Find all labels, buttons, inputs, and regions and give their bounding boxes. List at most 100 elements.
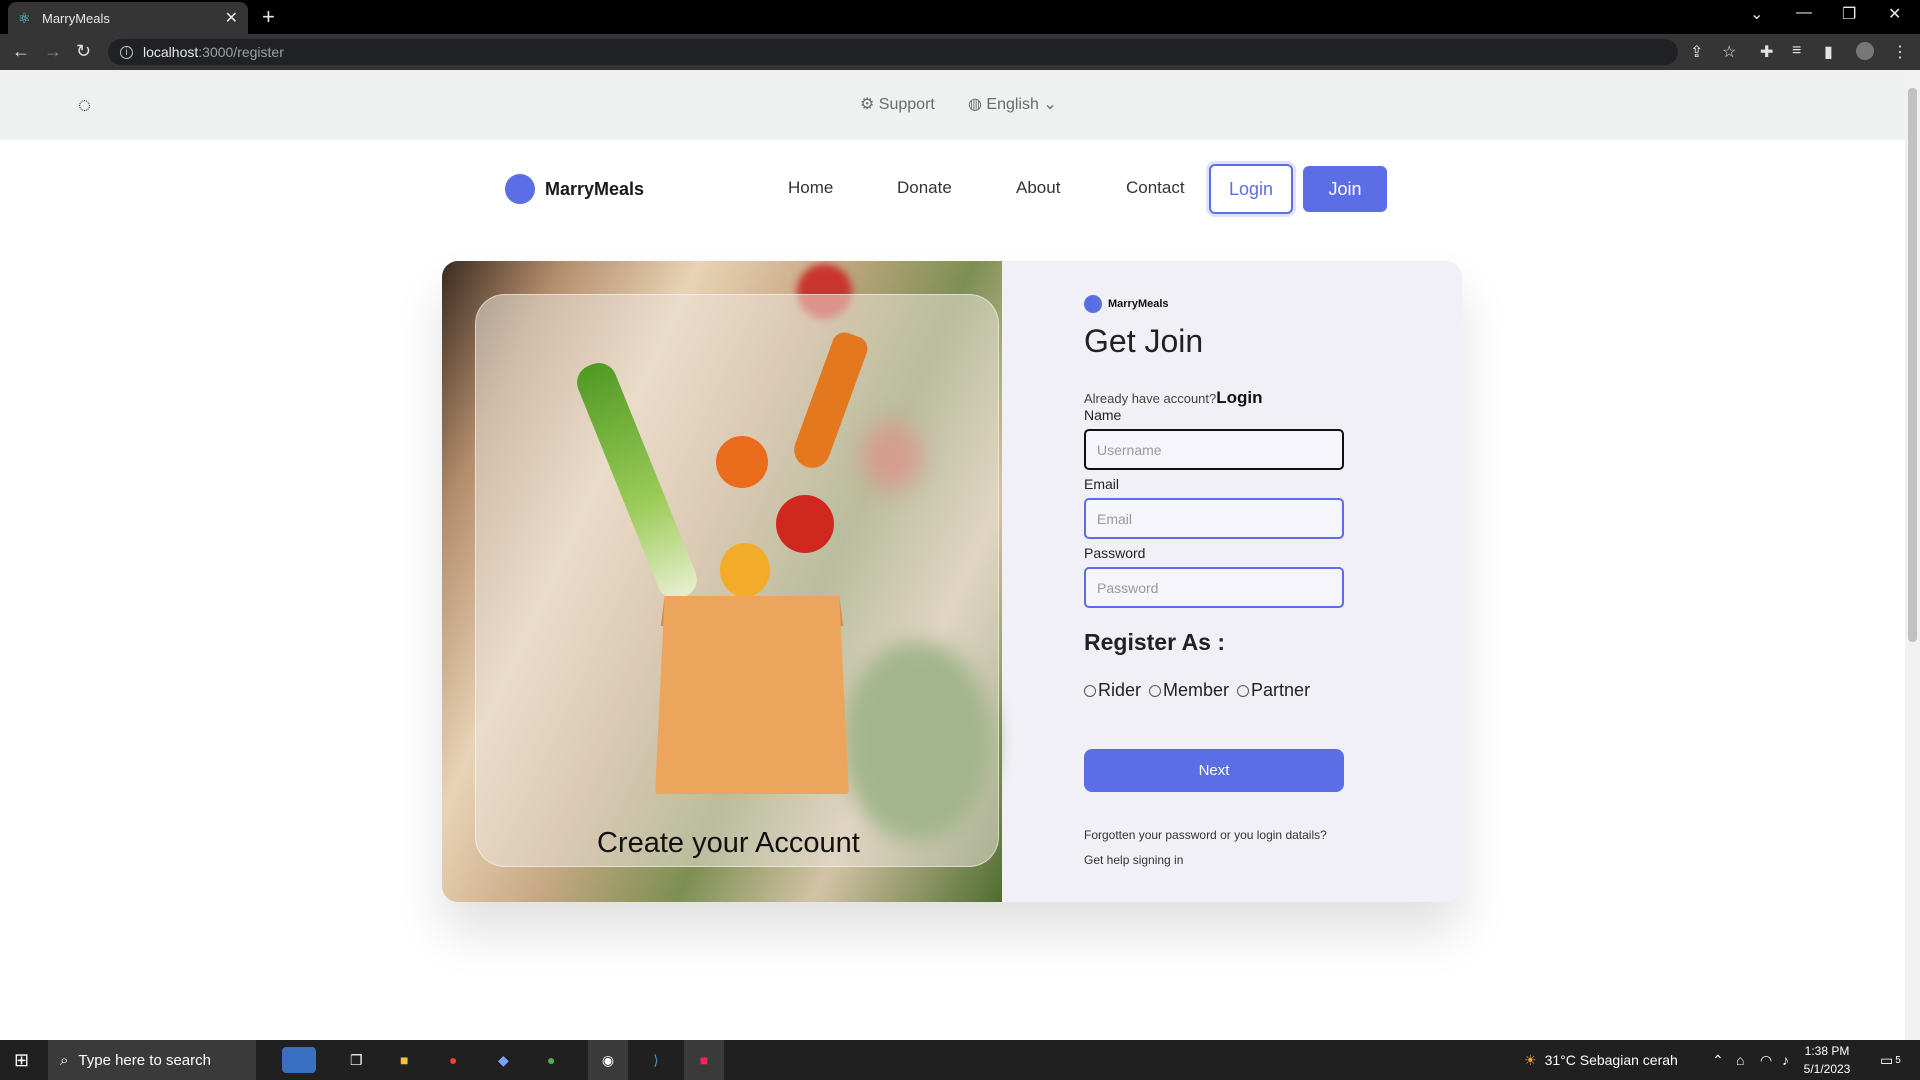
logo-circle-icon <box>505 174 535 204</box>
side-panel-icon[interactable]: ▮ <box>1824 42 1833 62</box>
browser-tab[interactable]: ⚛ MarryMeals ✕ <box>8 2 248 34</box>
reload-icon[interactable]: ↻ <box>76 41 91 61</box>
login-button[interactable]: Login <box>1209 164 1293 214</box>
search-placeholder: Type here to search <box>78 1051 211 1069</box>
role-rider-radio[interactable]: Rider <box>1084 680 1141 701</box>
tab-title: MarryMeals <box>42 10 110 26</box>
notification-icon[interactable]: ▭ 5 <box>1880 1040 1901 1080</box>
loading-spinner-icon: ◌ <box>78 92 92 117</box>
weather-widget[interactable]: ☀ 31°C Sebagian cerah <box>1524 1040 1678 1080</box>
nav-donate[interactable]: Donate <box>897 178 952 198</box>
app-icon[interactable]: ◆ <box>498 1040 509 1080</box>
minimize-icon[interactable]: — <box>1796 4 1812 22</box>
globe-icon: ◍ <box>968 96 987 113</box>
forgot-password-link[interactable]: Forgotten your password or you login dat… <box>1084 823 1344 873</box>
menu-kebab-icon[interactable]: ⋮ <box>1892 42 1908 62</box>
new-tab-button[interactable]: + <box>262 6 275 28</box>
support-link[interactable]: ⚙ Support <box>860 94 935 114</box>
leaf-app-icon[interactable]: ● <box>547 1040 555 1080</box>
name-label: Name <box>1084 407 1122 423</box>
role-radio-group: Rider Member Partner <box>1084 680 1318 701</box>
taskbar-clock[interactable]: 1:38 PM 5/1/2023 <box>1802 1042 1852 1078</box>
extensions-icon[interactable]: ✚ <box>1760 42 1773 62</box>
paper-bag-image <box>655 596 849 794</box>
email-input[interactable] <box>1084 498 1344 539</box>
form-brand-name: MarryMeals <box>1108 298 1169 310</box>
search-icon: ⌕ <box>60 1051 69 1069</box>
form-title: Get Join <box>1084 323 1204 359</box>
form-logo-circle-icon <box>1084 295 1102 313</box>
radio-circle-icon[interactable] <box>1084 684 1096 697</box>
intellij-icon[interactable]: ■ <box>684 1040 724 1080</box>
bookmark-star-icon[interactable]: ☆ <box>1722 42 1736 62</box>
media-icon[interactable]: ≡ <box>1792 42 1801 60</box>
address-bar-row: ← → ↻ i localhost:3000/register ⇪ ☆ ✚ ≡ … <box>0 34 1920 70</box>
scrollbar-thumb[interactable] <box>1908 88 1917 642</box>
radio-circle-icon[interactable] <box>1237 684 1250 697</box>
volume-icon[interactable]: ♪ <box>1782 1040 1789 1080</box>
email-label: Email <box>1084 476 1120 492</box>
chrome-icon[interactable]: ● <box>449 1040 457 1080</box>
radio-circle-icon[interactable] <box>1149 684 1162 697</box>
notification-count: 5 <box>1895 1054 1901 1066</box>
next-button[interactable]: Next <box>1084 749 1344 792</box>
role-member-radio[interactable]: Member <box>1149 680 1229 701</box>
password-input[interactable] <box>1084 567 1344 608</box>
role-member-label: Member <box>1163 680 1230 700</box>
close-tab-icon[interactable]: ✕ <box>225 8 238 28</box>
url-host: localhost <box>143 44 199 60</box>
weather-text: 31°C Sebagian cerah <box>1544 1052 1678 1068</box>
taskbar-search[interactable]: ⌕ Type here to search <box>48 1040 256 1080</box>
top-utility-bar: ◌ ⚙ Support ◍ English ⌄ <box>0 70 1905 140</box>
role-rider-label: Rider <box>1098 680 1142 700</box>
file-explorer-icon[interactable]: ■ <box>400 1040 408 1080</box>
already-text: Already have account? <box>1084 391 1217 406</box>
clock-date: 5/1/2023 <box>1803 1062 1851 1076</box>
forward-icon[interactable]: → <box>44 41 62 61</box>
restore-icon[interactable]: ❐ <box>1842 4 1856 24</box>
nav-contact[interactable]: Contact <box>1126 178 1185 198</box>
chrome-active-icon[interactable]: ◉ <box>588 1040 628 1080</box>
yellow-pepper-image <box>720 543 770 597</box>
form-login-link[interactable]: Login <box>1216 388 1262 407</box>
language-select[interactable]: ◍ English ⌄ <box>968 94 1057 114</box>
page-scrollbar[interactable] <box>1905 70 1920 1040</box>
windows-start-icon[interactable]: ⊞ <box>14 1040 29 1080</box>
support-icon: ⚙ <box>860 96 879 113</box>
tab-search-icon[interactable]: ⌄ <box>1750 4 1763 24</box>
site-logo[interactable]: MarryMeals <box>505 174 644 204</box>
pepper-image <box>716 436 768 488</box>
close-window-icon[interactable]: ✕ <box>1888 4 1901 24</box>
share-icon[interactable]: ⇪ <box>1690 42 1703 62</box>
page-viewport: ◌ ⚙ Support ◍ English ⌄ MarryMeals Home … <box>0 70 1905 1040</box>
register-form: MarryMeals Get Join Already have account… <box>1084 261 1444 902</box>
password-label: Password <box>1084 545 1146 561</box>
nav-about[interactable]: About <box>1016 178 1060 198</box>
search-highlight-icon[interactable] <box>282 1047 316 1073</box>
nav-home[interactable]: Home <box>788 178 833 198</box>
hero-image: Create your Account <box>442 261 1002 902</box>
address-input[interactable]: i localhost:3000/register <box>108 39 1678 65</box>
vscode-icon[interactable]: ⟩ <box>636 1040 676 1080</box>
chevron-down-icon: ⌄ <box>1038 96 1057 113</box>
username-input[interactable] <box>1084 429 1344 470</box>
url-path: :3000/register <box>198 44 284 60</box>
role-partner-radio[interactable]: Partner <box>1237 680 1310 701</box>
clock-time: 1:38 PM <box>1804 1044 1850 1058</box>
tomato-small-image <box>776 495 834 553</box>
already-account-text: Already have account?Login <box>1084 388 1263 408</box>
chevron-up-icon[interactable]: ⌃ <box>1712 1040 1724 1080</box>
back-icon[interactable]: ← <box>12 41 30 61</box>
windows-taskbar: ⊞ ⌕ Type here to search ❐ ■ ● ◆ ● ◉ ⟩ ■ ☀… <box>0 1040 1920 1080</box>
join-button[interactable]: Join <box>1303 166 1387 212</box>
site-info-icon[interactable]: i <box>120 45 133 59</box>
wifi-icon[interactable]: ◠ <box>1760 1040 1772 1080</box>
network-icon[interactable]: ⌂ <box>1736 1040 1744 1080</box>
language-label: English <box>986 96 1039 113</box>
register-as-heading: Register As : <box>1084 629 1226 655</box>
task-view-icon[interactable]: ❐ <box>350 1040 363 1080</box>
profile-avatar[interactable] <box>1856 42 1874 60</box>
role-partner-label: Partner <box>1251 680 1311 700</box>
browser-tab-bar: ⚛ MarryMeals ✕ + ⌄ — ❐ ✕ <box>0 0 1920 34</box>
brand-name: MarryMeals <box>545 178 645 199</box>
